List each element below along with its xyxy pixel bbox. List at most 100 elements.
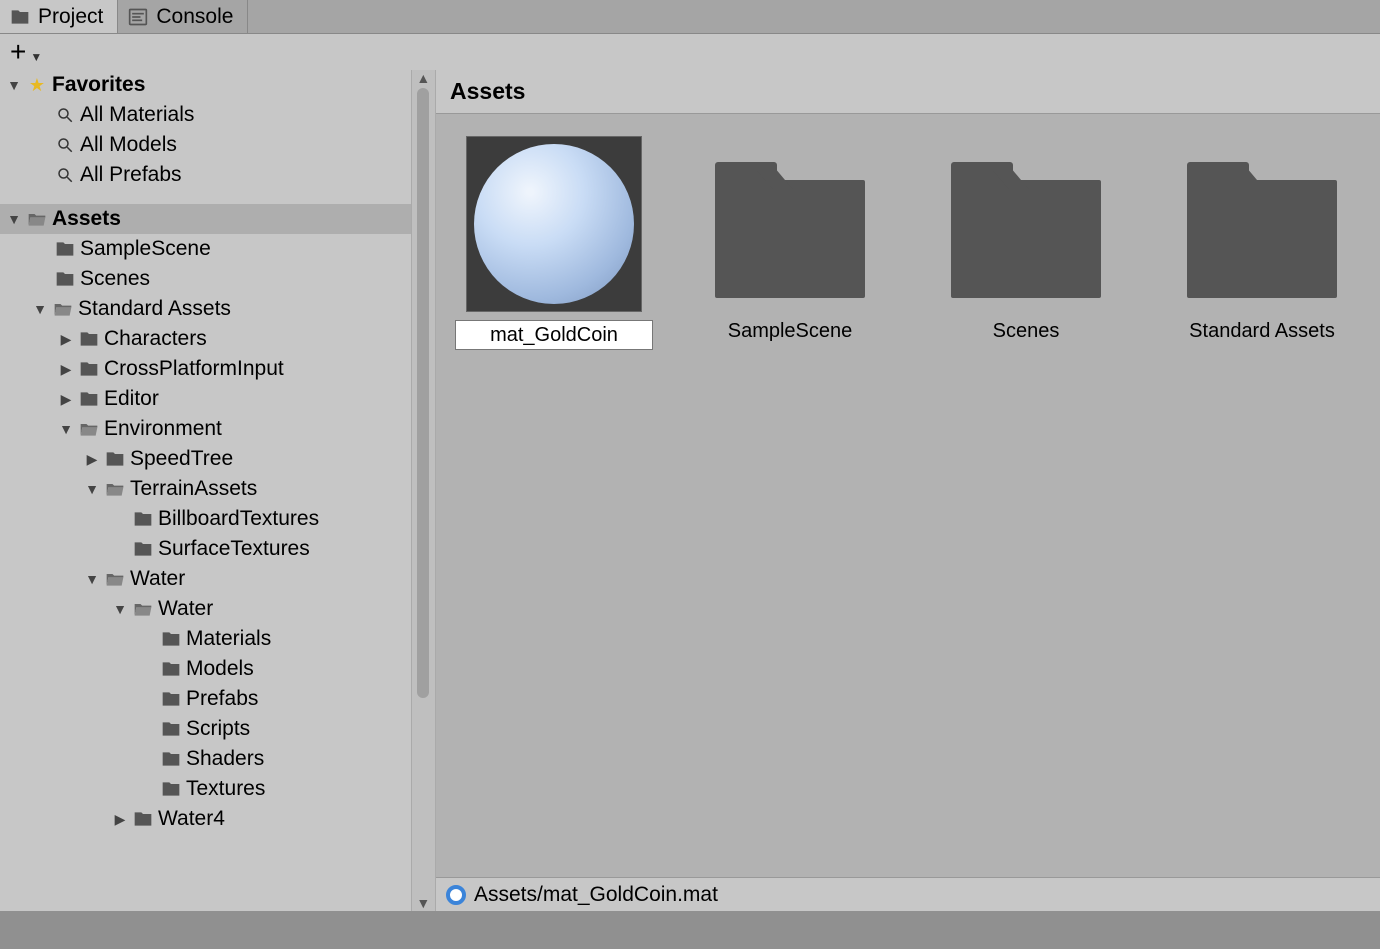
add-button[interactable]: +▼ xyxy=(10,38,42,66)
folder-icon xyxy=(104,448,126,470)
tab-project[interactable]: Project xyxy=(0,0,118,33)
folder-thumbnail xyxy=(702,136,878,312)
tree-label: Characters xyxy=(104,327,207,351)
tree-label: Scenes xyxy=(80,267,150,291)
console-icon xyxy=(128,7,148,27)
tree-label: SurfaceTextures xyxy=(158,537,310,561)
folder-icon xyxy=(715,180,865,298)
favorites-item[interactable]: All Prefabs xyxy=(0,160,411,190)
expand-arrow-icon[interactable]: ▼ xyxy=(6,211,22,227)
material-file-icon xyxy=(446,885,466,905)
tree-item[interactable]: ▶ CrossPlatformInput xyxy=(0,354,411,384)
expand-arrow-icon[interactable]: ▶ xyxy=(112,811,128,828)
status-path: Assets/mat_GoldCoin.mat xyxy=(474,883,718,907)
tree-label: Editor xyxy=(104,387,159,411)
tree-label: Standard Assets xyxy=(78,297,231,321)
folder-icon xyxy=(160,658,182,680)
tree-label: SampleScene xyxy=(80,237,211,261)
expand-arrow-icon[interactable]: ▶ xyxy=(58,331,74,348)
tree-item-assets[interactable]: ▼ Assets xyxy=(0,204,411,234)
scroll-thumb[interactable] xyxy=(417,88,429,698)
asset-label: Scenes xyxy=(993,320,1060,343)
folder-icon xyxy=(132,508,154,530)
folder-icon xyxy=(160,688,182,710)
folder-icon xyxy=(1187,180,1337,298)
tree-item[interactable]: ▼ Water xyxy=(0,594,411,624)
tab-label: Project xyxy=(38,5,103,29)
tree-item[interactable]: ▶ Prefabs xyxy=(0,684,411,714)
tree-item[interactable]: ▶ BillboardTextures xyxy=(0,504,411,534)
tree-label: Shaders xyxy=(186,747,264,771)
tree-item[interactable]: ▶ SpeedTree xyxy=(0,444,411,474)
expand-arrow-icon[interactable]: ▼ xyxy=(84,571,100,587)
tree-label: CrossPlatformInput xyxy=(104,357,284,381)
tree-item[interactable]: ▶ Characters xyxy=(0,324,411,354)
search-icon xyxy=(54,134,76,156)
folder-icon xyxy=(78,328,100,350)
tree-label: Materials xyxy=(186,627,271,651)
tree-item[interactable]: ▼ Environment xyxy=(0,414,411,444)
folder-icon xyxy=(160,778,182,800)
tree-label: All Prefabs xyxy=(80,163,182,187)
tree-label: Models xyxy=(186,657,254,681)
asset-material[interactable] xyxy=(466,136,642,350)
tree-label: SpeedTree xyxy=(130,447,233,471)
asset-folder[interactable]: Standard Assets xyxy=(1174,136,1350,343)
dropdown-arrow-icon: ▼ xyxy=(30,50,42,64)
expand-arrow-icon[interactable]: ▶ xyxy=(84,451,100,468)
folder-icon xyxy=(951,180,1101,298)
expand-arrow-icon[interactable]: ▶ xyxy=(58,361,74,378)
folder-open-icon xyxy=(104,478,126,500)
tree-item[interactable]: ▼ Water xyxy=(0,564,411,594)
hierarchy-panel[interactable]: ▼ ★ Favorites All Materials All Models xyxy=(0,70,411,911)
folder-icon xyxy=(160,628,182,650)
splitter-scrollbar[interactable]: ▲ ▼ xyxy=(411,70,436,911)
expand-arrow-icon[interactable]: ▶ xyxy=(58,391,74,408)
asset-grid[interactable]: SampleScene Scenes Standard Assets xyxy=(436,114,1380,877)
tree-label: BillboardTextures xyxy=(158,507,319,531)
scroll-down-icon[interactable]: ▼ xyxy=(412,895,435,911)
expand-arrow-icon[interactable]: ▼ xyxy=(58,421,74,437)
tree-item[interactable]: ▼ Standard Assets xyxy=(0,294,411,324)
tree-item[interactable]: ▶ Water4 xyxy=(0,804,411,834)
breadcrumb[interactable]: Assets xyxy=(436,70,1380,114)
favorites-item[interactable]: All Materials xyxy=(0,100,411,130)
tree-item[interactable]: ▼ TerrainAssets xyxy=(0,474,411,504)
material-thumbnail xyxy=(466,136,642,312)
tree-item[interactable]: ▶ Models xyxy=(0,654,411,684)
tree-item[interactable]: ▶ Textures xyxy=(0,774,411,804)
tree-item[interactable]: ▶ SurfaceTextures xyxy=(0,534,411,564)
favorites-header[interactable]: ▼ ★ Favorites xyxy=(0,70,411,100)
folder-thumbnail xyxy=(938,136,1114,312)
toolbar: +▼ xyxy=(0,34,1380,70)
favorites-item[interactable]: All Models xyxy=(0,130,411,160)
tree-item[interactable]: ▶ Materials xyxy=(0,624,411,654)
tree-label: Water xyxy=(130,567,185,591)
material-sphere-icon xyxy=(474,144,634,304)
expand-arrow-icon[interactable]: ▼ xyxy=(32,301,48,317)
tree-label: TerrainAssets xyxy=(130,477,257,501)
expand-arrow-icon[interactable]: ▼ xyxy=(6,77,22,93)
tree-label: All Models xyxy=(80,133,177,157)
folder-icon xyxy=(54,268,76,290)
scroll-up-icon[interactable]: ▲ xyxy=(412,70,435,86)
tree-item[interactable]: Scenes xyxy=(0,264,411,294)
tree-item[interactable]: ▶ Shaders xyxy=(0,744,411,774)
search-icon xyxy=(54,104,76,126)
rename-input[interactable] xyxy=(455,320,653,350)
tree-item[interactable]: ▶ Scripts xyxy=(0,714,411,744)
folder-icon xyxy=(54,238,76,260)
asset-folder[interactable]: Scenes xyxy=(938,136,1114,343)
asset-folder[interactable]: SampleScene xyxy=(702,136,878,343)
expand-arrow-icon[interactable]: ▼ xyxy=(84,481,100,497)
tab-console[interactable]: Console xyxy=(118,0,248,33)
folder-thumbnail xyxy=(1174,136,1350,312)
tree-label: All Materials xyxy=(80,103,194,127)
asset-label: SampleScene xyxy=(728,320,853,343)
expand-arrow-icon[interactable]: ▼ xyxy=(112,601,128,617)
asset-label: Standard Assets xyxy=(1189,320,1335,343)
tree-item[interactable]: ▶ Editor xyxy=(0,384,411,414)
tab-bar: Project Console xyxy=(0,0,1380,34)
asset-panel: Assets SampleScene Scenes xyxy=(436,70,1380,911)
tree-item[interactable]: SampleScene xyxy=(0,234,411,264)
